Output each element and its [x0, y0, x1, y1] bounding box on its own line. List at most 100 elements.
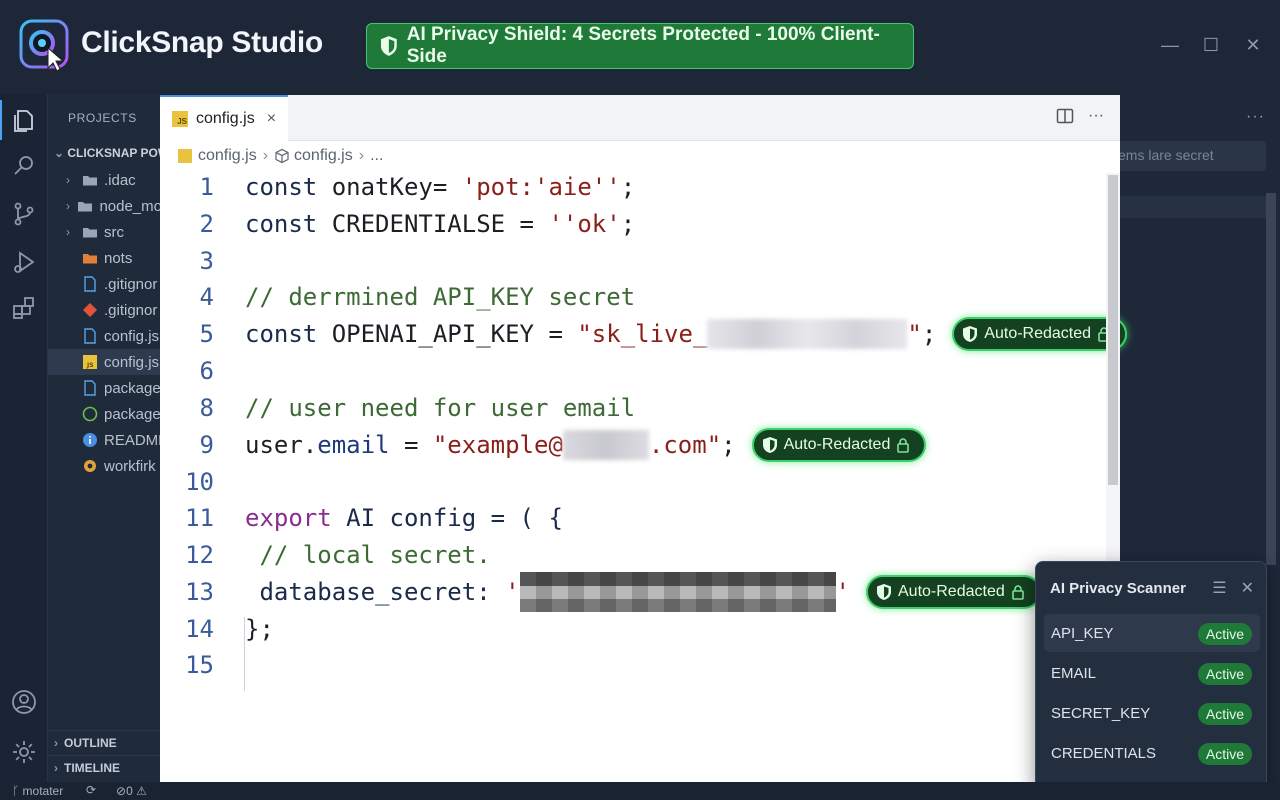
code-line: 13 database_secret: ' ' Auto-Redacted	[160, 572, 1106, 612]
search-icon[interactable]	[10, 152, 38, 180]
shield-icon	[963, 326, 978, 342]
line-number: 8	[199, 394, 214, 422]
more-actions-icon[interactable]: ···	[1246, 108, 1265, 126]
files-icon[interactable]	[0, 100, 38, 140]
code-line: 4 // derrmined API_KEY secret	[160, 279, 1106, 315]
close-window-button[interactable]: ✕	[1244, 34, 1262, 56]
extensions-icon[interactable]	[10, 294, 38, 322]
tree-item-src[interactable]: › src	[48, 219, 162, 245]
tree-item-readme[interactable]: README	[48, 427, 162, 453]
file-icon	[84, 328, 96, 344]
auto-redacted-badge[interactable]: Auto-Redacted	[952, 317, 1128, 351]
minimize-button[interactable]: —	[1161, 34, 1179, 56]
outline-section[interactable]: › OUTLINE	[48, 730, 162, 754]
tree-item-gitignore-2[interactable]: .gitignor	[48, 297, 162, 323]
warning-icon: ⚠	[132, 784, 147, 798]
js-file-icon	[178, 149, 192, 163]
status-badge: Active	[1197, 663, 1252, 685]
status-badge: Active	[1197, 703, 1252, 725]
error-icon: ⊘	[116, 784, 127, 798]
line-number: 11	[185, 504, 214, 532]
banner-text: AI Privacy Shield: 4 Secrets Protected -…	[406, 24, 880, 67]
gear-file-icon	[84, 460, 96, 472]
redacted-api-key	[707, 319, 908, 349]
timeline-section[interactable]: › TIMELINE	[48, 755, 162, 779]
tree-item-package-2[interactable]: package	[48, 401, 162, 427]
breadcrumb-item[interactable]: ...	[370, 147, 383, 165]
run-debug-icon[interactable]	[10, 248, 38, 276]
line-number: 15	[185, 651, 214, 679]
chevron-right-icon: ›	[54, 760, 58, 775]
code-line: 10	[160, 464, 1106, 500]
code-line: 1 const onatKey= 'pot:'aie'';	[160, 169, 1106, 205]
scanner-row-api-key[interactable]: API_KEY Active	[1044, 614, 1260, 652]
tree-item-package[interactable]: package	[48, 375, 162, 401]
settings-icon[interactable]	[10, 738, 38, 766]
source-control-icon[interactable]	[10, 200, 38, 228]
auto-redacted-badge[interactable]: Auto-Redacted	[866, 575, 1041, 609]
folder-icon	[83, 176, 97, 186]
breadcrumb-item[interactable]: config.js	[294, 147, 353, 165]
privacy-shield-banner[interactable]: AI Privacy Shield: 4 Secrets Protected -…	[366, 23, 914, 69]
chevron-right-icon: ›	[262, 147, 269, 164]
branch-icon: ᚴ	[12, 784, 23, 798]
editor-tab-bar: JS config.js × ···	[160, 95, 1120, 141]
problems-indicator[interactable]: ⊘0 ⚠	[116, 784, 147, 798]
account-icon[interactable]	[10, 688, 38, 716]
line-number: 9	[199, 431, 214, 459]
status-badge: Active	[1197, 623, 1252, 645]
breadcrumb: config.js › config.js › ...	[178, 145, 383, 167]
status-bar: ᚴ motater ⟳ ⊘0 ⚠	[0, 782, 1280, 800]
file-icon	[84, 380, 96, 396]
more-actions-icon[interactable]: ···	[1088, 107, 1104, 130]
lock-icon	[1011, 585, 1024, 600]
code-line: 12 // local secret.	[160, 537, 1106, 573]
tree-item-config-js[interactable]: config.js	[48, 323, 162, 349]
shield-icon	[877, 584, 891, 600]
folder-orange-icon	[83, 254, 97, 264]
code-line: 5 const OPENAI_API_KEY = "sk_live_ "; Aut…	[160, 316, 1128, 352]
panel-search-input[interactable]: ems lare secret	[1110, 141, 1266, 171]
close-icon[interactable]: ✕	[1241, 578, 1254, 598]
code-line: 9 user. email = "example@ .com"; Auto-Reda…	[160, 427, 1106, 463]
sidebar-header: PROJECTS	[68, 111, 137, 125]
list-icon[interactable]: ☰	[1212, 578, 1226, 598]
panel-scrollbar[interactable]	[1266, 193, 1276, 565]
scanner-row-credentials[interactable]: CREDENTIALS Active	[1044, 734, 1260, 772]
tab-config-js[interactable]: JS config.js ×	[160, 95, 288, 141]
app-title: ClickSnap Studio	[81, 26, 323, 59]
line-number: 1	[199, 173, 214, 201]
tree-item-nots[interactable]: nots	[48, 245, 162, 271]
line-number: 2	[199, 210, 214, 238]
node-icon	[82, 406, 98, 422]
shield-icon	[762, 437, 777, 453]
editor-scrollbar[interactable]	[1108, 175, 1118, 485]
breadcrumb-item[interactable]: config.js	[198, 147, 257, 165]
tree-item-config-js-selected[interactable]: JS config.js	[48, 349, 162, 375]
code-line: 15	[160, 647, 1106, 683]
maximize-button[interactable]: ☐	[1202, 34, 1220, 56]
tree-item-node-modules[interactable]: › node_mo	[48, 193, 162, 219]
chevron-right-icon: ›	[358, 147, 365, 164]
project-root[interactable]: ⌄ CLICKSNAP POW	[54, 146, 162, 160]
code-line: 8 // user need for user email	[160, 390, 1106, 426]
git-icon	[83, 303, 97, 317]
branch-indicator[interactable]: ᚴ motater	[12, 784, 63, 798]
line-number: 10	[185, 468, 214, 496]
code-line: 2 const CREDENTIALSE = ''ok';	[160, 206, 1106, 242]
sync-icon[interactable]: ⟳	[86, 783, 96, 797]
tree-item-gitignore[interactable]: .gitignor	[48, 271, 162, 297]
line-number: 6	[199, 357, 214, 385]
explorer-sidebar: PROJECTS ⌄ CLICKSNAP POW › .idac › node_mo…	[48, 94, 162, 782]
line-number: 5	[199, 320, 214, 348]
scanner-row-secret-key[interactable]: SECRET_KEY Active	[1044, 694, 1260, 732]
tree-item-workflow[interactable]: workfirk	[48, 453, 162, 479]
line-number: 3	[199, 247, 214, 275]
auto-redacted-badge[interactable]: Auto-Redacted	[751, 428, 927, 462]
tree-item-idac[interactable]: › .idac	[48, 167, 162, 193]
scanner-row-email[interactable]: EMAIL Active	[1044, 654, 1260, 692]
folder-icon	[78, 202, 93, 212]
split-editor-icon[interactable]	[1056, 107, 1074, 130]
close-tab-icon[interactable]: ×	[267, 110, 276, 128]
code-line: 11 export AI config = ( {	[160, 500, 1106, 536]
